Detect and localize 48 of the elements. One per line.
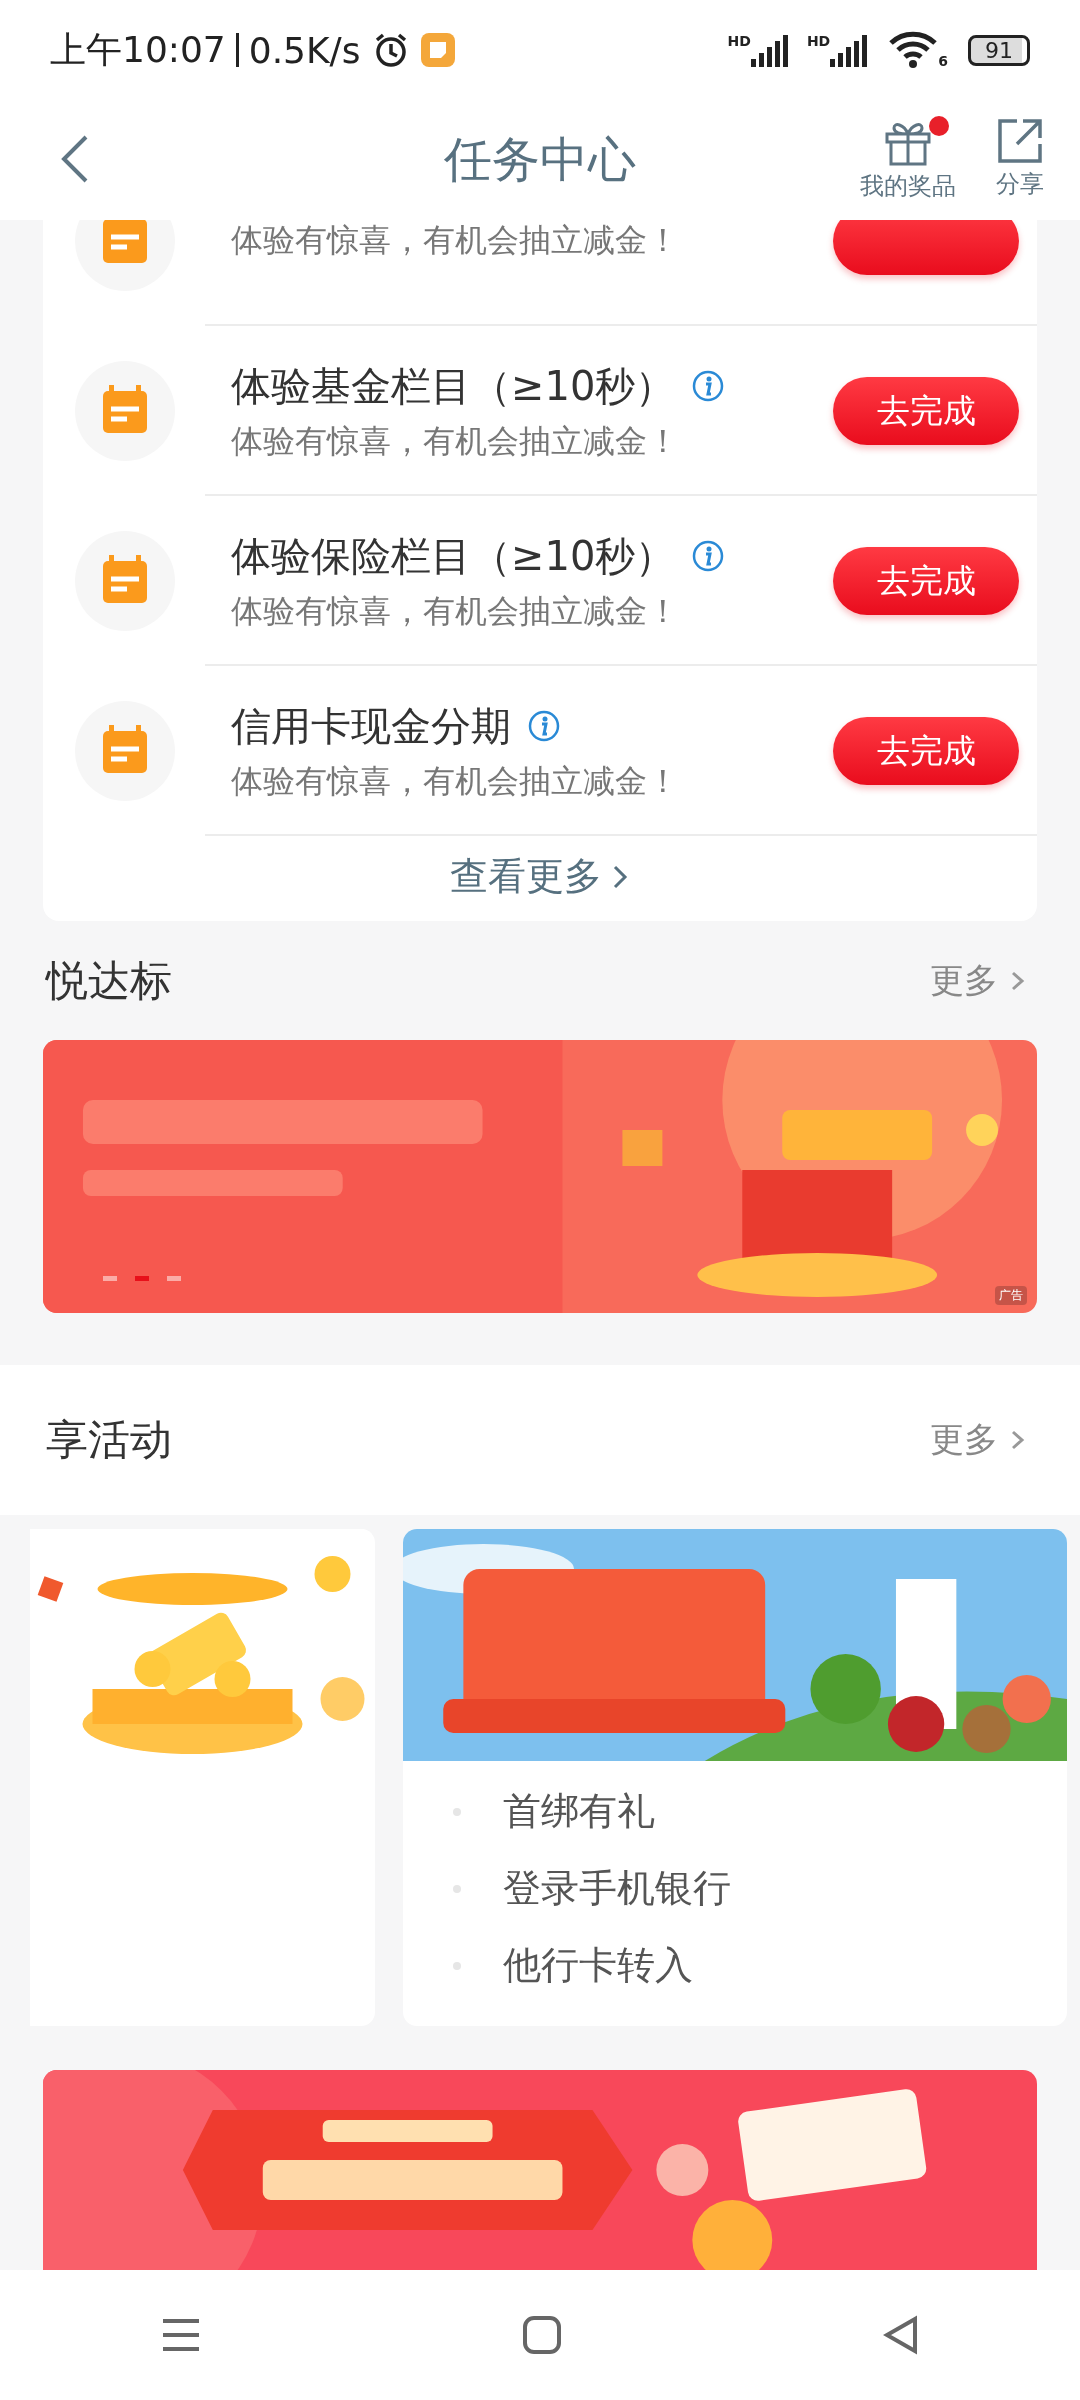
activity-step: 登录手机银行 (503, 1863, 731, 1914)
share-icon (997, 118, 1043, 164)
info-icon[interactable] (691, 369, 726, 403)
notification-icon (420, 33, 455, 67)
menu-icon (160, 2317, 201, 2353)
task-description: 体验有惊喜，有机会抽立减金！ (231, 220, 680, 261)
task-description: 体验有惊喜，有机会抽立减金！ (231, 590, 680, 632)
calendar-icon (75, 701, 175, 801)
view-more-link[interactable]: 查看更多 (444, 850, 636, 903)
info-icon[interactable] (691, 539, 726, 573)
complete-button[interactable]: 去完成 (833, 377, 1019, 445)
wifi-icon (888, 31, 939, 69)
step-dot (453, 1884, 461, 1893)
home-icon (522, 2315, 562, 2355)
task-title: 体验保险栏目（≥10秒） (231, 531, 676, 581)
task-title: 体验基金栏目（≥10秒） (231, 361, 676, 411)
activity-card[interactable]: 首绑有礼 登录手机银行 他行卡转入 (403, 1529, 1067, 2026)
step-dot (453, 1807, 461, 1816)
battery-indicator: 91 (968, 34, 1030, 66)
complete-button[interactable] (833, 220, 1019, 275)
status-time: 上午10:07 (50, 27, 226, 72)
complete-button[interactable]: 去完成 (833, 547, 1019, 615)
calendar-icon (75, 531, 175, 631)
prizes-button[interactable]: 我的奖品 (860, 118, 956, 202)
back-icon (60, 133, 90, 184)
more-link[interactable]: 更多 (924, 1416, 1034, 1464)
activity-step: 他行卡转入 (503, 1940, 693, 1991)
share-button[interactable]: 分享 (996, 118, 1044, 202)
calendar-icon (75, 361, 175, 461)
section-title: 享活动 (46, 1414, 172, 1466)
wifi-label: 6 (938, 53, 948, 69)
activity-step: 首绑有礼 (503, 1786, 655, 1837)
more-link[interactable]: 更多 (924, 956, 1034, 1005)
complete-button[interactable]: 去完成 (833, 717, 1019, 785)
page-title: 任务中心 (443, 130, 637, 189)
task-description: 体验有惊喜，有机会抽立减金！ (231, 420, 680, 462)
status-divider (235, 33, 239, 67)
network-label: HD (727, 33, 751, 49)
task-description: 体验有惊喜，有机会抽立减金！ (231, 760, 680, 802)
triangle-back-icon (883, 2315, 920, 2355)
task-title: 信用卡现金分期 (231, 701, 511, 751)
section-title: 悦达标 (46, 954, 172, 1007)
info-icon[interactable] (527, 709, 561, 743)
network-label: HD (806, 33, 831, 49)
step-dot (453, 1961, 461, 1970)
network-speed: 0.5K/s (248, 29, 361, 71)
signal-icon (750, 33, 791, 67)
ad-label: 广告 (995, 1286, 1027, 1305)
